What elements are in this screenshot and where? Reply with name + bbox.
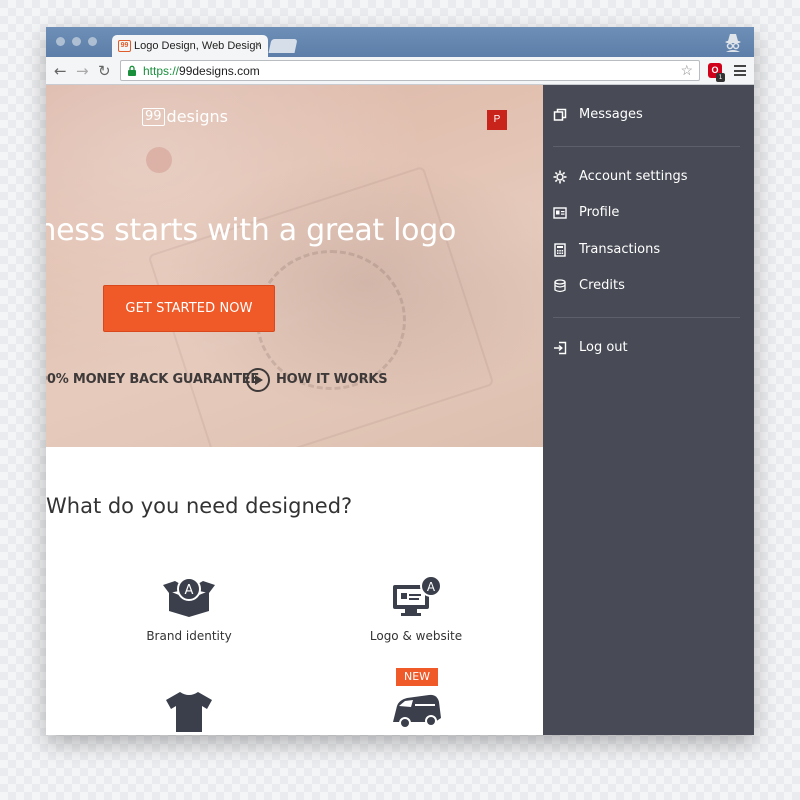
category-vehicle-wrap[interactable] <box>336 692 496 735</box>
window-minimize-dot[interactable] <box>72 37 81 46</box>
hero-headline: siness starts with a great logo <box>46 213 457 248</box>
how-it-works-link[interactable]: HOW IT WORKS <box>276 372 388 387</box>
play-icon[interactable] <box>246 368 270 392</box>
menu-item-label: Messages <box>579 107 643 122</box>
browser-menu-icon[interactable] <box>734 65 746 76</box>
calculator-icon <box>554 242 566 257</box>
extension-badge: 1 <box>716 73 725 82</box>
new-badge: NEW <box>396 668 438 686</box>
back-arrow-icon[interactable]: ← <box>54 62 67 80</box>
category-label: Brand identity <box>146 629 232 643</box>
menu-item-profile[interactable]: Profile <box>553 205 619 220</box>
category-tshirt[interactable] <box>109 690 269 735</box>
window-zoom-dot[interactable] <box>88 37 97 46</box>
logo-website-icon: A <box>393 575 442 616</box>
vehicle-wrap-icon <box>393 694 441 729</box>
log-out-icon <box>554 341 567 354</box>
tshirt-icon <box>166 692 212 732</box>
forward-arrow-icon[interactable]: → <box>76 62 89 80</box>
coins-stack-icon <box>554 278 566 292</box>
category-brand-identity[interactable]: A Brand identity <box>109 577 269 643</box>
address-bar[interactable]: https://99designs.com ☆ <box>120 60 700 81</box>
url-host: 99designs.com <box>179 64 260 78</box>
menu-divider <box>553 317 740 318</box>
logo-wordmark: designs <box>166 107 228 126</box>
user-avatar[interactable]: P <box>487 110 507 130</box>
browser-titlebar: 99 Logo Design, Web Design × <box>46 27 754 58</box>
tab-title: Logo Design, Web Design <box>134 40 262 52</box>
get-started-button[interactable]: GET STARTED NOW <box>103 285 275 332</box>
gear-icon <box>553 170 567 183</box>
menu-item-label: Credits <box>579 278 625 293</box>
incognito-icon <box>725 34 741 52</box>
profile-card-icon <box>553 206 567 219</box>
lock-icon <box>128 65 136 76</box>
menu-item-log-out[interactable]: Log out <box>553 340 628 355</box>
browser-tab-active[interactable]: 99 Logo Design, Web Design × <box>112 35 268 58</box>
account-menu-panel: Messages Account settings Profile Transa… <box>543 85 754 735</box>
hero-background-tag <box>146 147 172 173</box>
menu-item-label: Transactions <box>579 242 661 257</box>
category-label: Logo & website <box>369 629 463 643</box>
menu-item-label: Profile <box>579 205 620 220</box>
menu-divider <box>553 146 740 147</box>
url-scheme: https:// <box>143 64 180 78</box>
web-page: 99 designs P siness starts with a great … <box>46 85 754 735</box>
reload-icon[interactable]: ↻ <box>98 62 111 80</box>
brand-identity-icon: A <box>163 577 215 617</box>
money-back-guarantee-link[interactable]: 00% MONEY BACK GUARANTEE <box>46 372 259 387</box>
menu-item-account-settings[interactable]: Account settings <box>553 169 687 184</box>
category-logo-website[interactable]: A Logo & website <box>336 575 496 643</box>
tab-favicon-icon: 99 <box>118 40 131 52</box>
menu-item-messages[interactable]: Messages <box>553 107 643 122</box>
menu-item-label: Account settings <box>579 169 688 184</box>
hero-section: 99 designs P siness starts with a great … <box>46 85 543 447</box>
bookmark-star-icon[interactable]: ☆ <box>680 62 693 79</box>
browser-toolbar: ← → ↻ https://99designs.com ☆ O 1 <box>46 57 754 85</box>
logo-mark: 99 <box>142 107 165 126</box>
site-logo[interactable]: 99 designs <box>142 107 228 126</box>
menu-item-label: Log out <box>579 340 628 355</box>
svg-text:A: A <box>427 580 436 594</box>
hero-background-stamp <box>256 250 406 390</box>
menu-item-transactions[interactable]: Transactions <box>553 242 660 257</box>
messages-icon <box>553 108 567 121</box>
svg-text:A: A <box>185 583 194 598</box>
new-tab-button[interactable] <box>268 39 298 53</box>
menu-item-credits[interactable]: Credits <box>553 278 625 293</box>
browser-window: 99 Logo Design, Web Design × ← → ↻ https… <box>46 27 754 735</box>
section-title: What do you need designed? <box>46 494 353 518</box>
tab-close-icon[interactable]: × <box>255 39 261 51</box>
window-close-dot[interactable] <box>56 37 65 46</box>
